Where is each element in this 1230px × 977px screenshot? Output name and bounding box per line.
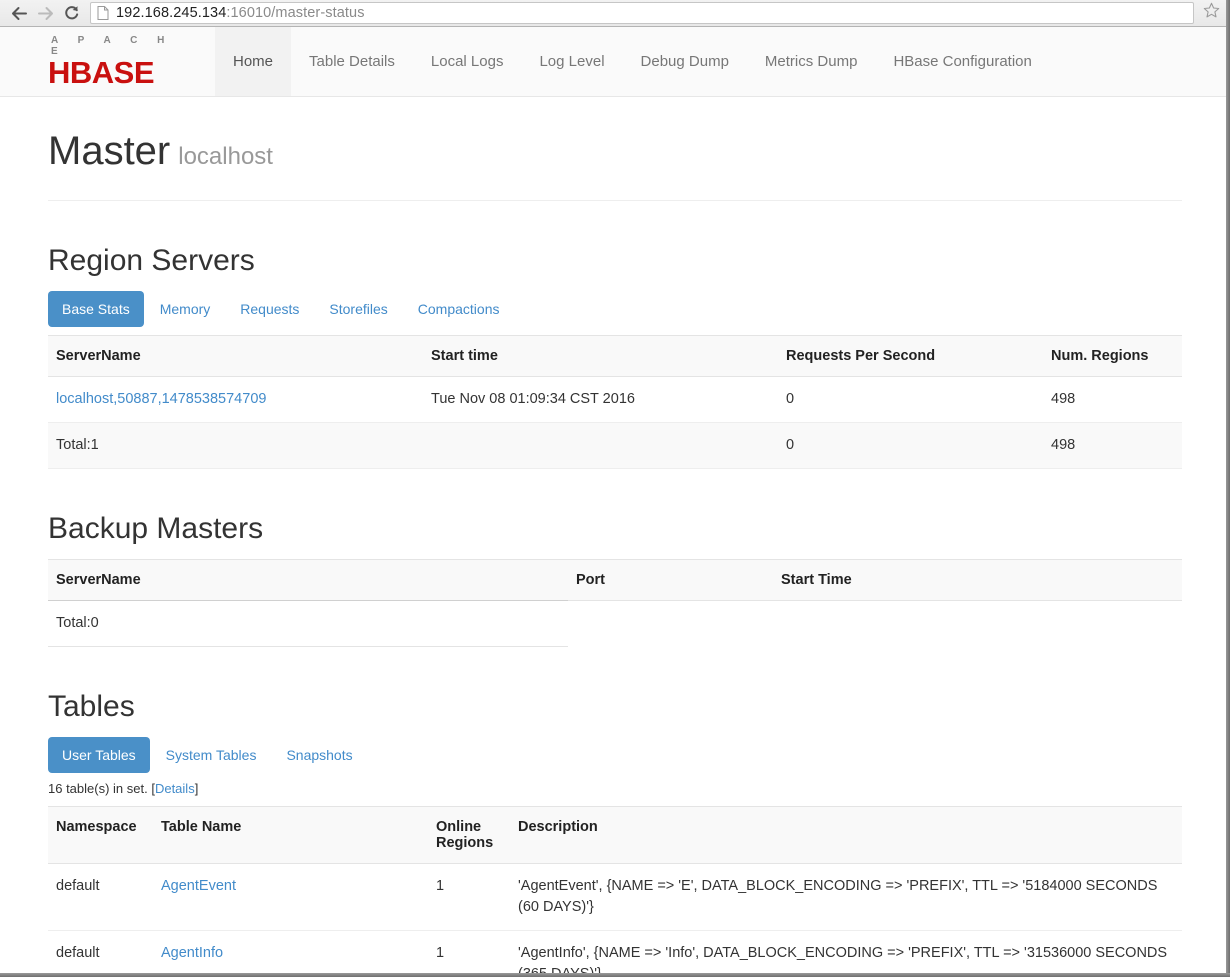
table-header-row: ServerName Start time Requests Per Secon… (48, 335, 1182, 377)
browser-toolbar: 192.168.245.134:16010/master-status (0, 0, 1230, 27)
column-header-servername: ServerName (48, 559, 568, 601)
cell-namespace: default (48, 930, 153, 977)
table-header-row: ServerName Port Start Time (48, 559, 1182, 601)
nav-item-home[interactable]: Home (215, 27, 292, 96)
cell-description: 'AgentEvent', {NAME => 'E', DATA_BLOCK_E… (510, 863, 1182, 931)
tab-compactions[interactable]: Compactions (404, 291, 514, 327)
cell-table-name: AgentEvent (153, 863, 428, 931)
cell-servername: localhost,50887,1478538574709 (48, 376, 423, 423)
backup-masters-heading: Backup Masters (48, 512, 264, 545)
brand-hbase-text: HBASE (48, 55, 155, 90)
nav-item-log-level[interactable]: Log Level (521, 27, 622, 96)
tables-tabs: User Tables System Tables Snapshots (48, 737, 1182, 773)
reload-button[interactable] (58, 1, 84, 25)
tab-system-tables[interactable]: System Tables (152, 737, 271, 773)
column-header-table-name: Table Name (153, 806, 428, 864)
tables-count-note: 16 table(s) in set. [Details] (48, 781, 1182, 796)
region-servers-heading: Region Servers (48, 244, 255, 277)
navbar-links: Home Table Details Local Logs Log Level … (215, 27, 1050, 96)
column-header-requests-per-second: Requests Per Second (778, 335, 1043, 377)
nav-item-local-logs[interactable]: Local Logs (413, 27, 522, 96)
cell-namespace: default (48, 863, 153, 931)
cell-total-label: Total:1 (48, 422, 423, 469)
cell-total-num-regions: 498 (1043, 422, 1182, 469)
page-header: Master localhost (48, 97, 1182, 201)
table-header-row: Namespace Table Name Online Regions Desc… (48, 806, 1182, 864)
column-header-num-regions: Num. Regions (1043, 335, 1182, 377)
region-servers-tabs: Base Stats Memory Requests Storefiles Co… (48, 291, 1182, 327)
column-header-description: Description (510, 806, 1182, 864)
brand-apache-text: A P A C H E (51, 35, 173, 57)
url-text: 192.168.245.134:16010/master-status (116, 5, 365, 21)
url-host: 192.168.245.134 (116, 5, 227, 21)
url-path: :16010/master-status (226, 5, 365, 21)
details-link[interactable]: Details (155, 781, 195, 796)
page-content: Master localhost Region Servers Base Stat… (0, 97, 1230, 977)
cell-num-regions: 498 (1043, 376, 1182, 423)
table-total-row: Total:0 (48, 600, 1182, 647)
cell-total-start-time (423, 422, 778, 469)
table-row: default AgentInfo 1 'AgentInfo', {NAME =… (48, 930, 1182, 977)
address-bar[interactable]: 192.168.245.134:16010/master-status (90, 2, 1194, 24)
nav-item-table-details[interactable]: Table Details (291, 27, 413, 96)
page-document-icon (97, 6, 109, 20)
table-row: localhost,50887,1478538574709 Tue Nov 08… (48, 376, 1182, 423)
forward-button[interactable] (32, 1, 58, 25)
cell-online-regions: 1 (428, 930, 510, 977)
window-frame-bottom (0, 973, 1230, 977)
tab-base-stats[interactable]: Base Stats (48, 291, 144, 327)
cell-online-regions: 1 (428, 863, 510, 931)
app-navbar: A P A C H E HBASE Home Table Details Loc… (0, 27, 1230, 97)
back-button[interactable] (6, 1, 32, 25)
tables-count-text-end: ] (194, 781, 199, 796)
cell-total-requests-per-second: 0 (778, 422, 1043, 469)
table-name-link[interactable]: AgentEvent (161, 878, 236, 894)
cell-requests-per-second: 0 (778, 376, 1043, 423)
tables-heading: Tables (48, 690, 135, 723)
tab-storefiles[interactable]: Storefiles (315, 291, 401, 327)
column-header-namespace: Namespace (48, 806, 153, 864)
column-header-start-time: Start time (423, 335, 778, 377)
cell-total-label: Total:0 (48, 600, 568, 647)
reload-icon (63, 5, 80, 21)
tab-user-tables[interactable]: User Tables (48, 737, 150, 773)
page-title-main: Master (48, 129, 171, 173)
table-total-row: Total:1 0 498 (48, 422, 1182, 469)
cell-total-port (568, 601, 773, 647)
region-servers-table: ServerName Start time Requests Per Secon… (48, 335, 1182, 469)
tables-count-text: 16 table(s) in set. [ (48, 781, 155, 796)
page-title-host: localhost (178, 143, 273, 170)
page-title: Master localhost (48, 129, 1182, 179)
star-outline-icon (1203, 2, 1220, 24)
tab-memory[interactable]: Memory (146, 291, 225, 327)
window-frame-right (1226, 0, 1230, 977)
table-row: default AgentEvent 1 'AgentEvent', {NAME… (48, 863, 1182, 931)
table-name-link[interactable]: AgentInfo (161, 945, 223, 961)
forward-arrow-icon (37, 6, 54, 21)
bookmark-button[interactable] (1198, 1, 1224, 25)
cell-start-time: Tue Nov 08 01:09:34 CST 2016 (423, 376, 778, 423)
user-tables-table: Namespace Table Name Online Regions Desc… (48, 806, 1182, 977)
nav-item-hbase-configuration[interactable]: HBase Configuration (875, 27, 1049, 96)
column-header-online-regions: Online Regions (428, 806, 510, 864)
nav-item-metrics-dump[interactable]: Metrics Dump (747, 27, 876, 96)
hbase-logo[interactable]: A P A C H E HBASE (48, 27, 215, 96)
backup-masters-table: ServerName Port Start Time Total:0 (48, 559, 1182, 647)
back-arrow-icon (11, 6, 28, 21)
nav-item-debug-dump[interactable]: Debug Dump (623, 27, 747, 96)
column-header-port: Port (568, 559, 773, 601)
tab-snapshots[interactable]: Snapshots (272, 737, 366, 773)
column-header-start-time: Start Time (773, 559, 1182, 601)
cell-total-start-time (773, 601, 1182, 647)
cell-description: 'AgentInfo', {NAME => 'Info', DATA_BLOCK… (510, 930, 1182, 977)
column-header-servername: ServerName (48, 335, 423, 377)
region-server-link[interactable]: localhost,50887,1478538574709 (56, 391, 266, 407)
tab-requests[interactable]: Requests (226, 291, 313, 327)
cell-table-name: AgentInfo (153, 930, 428, 977)
